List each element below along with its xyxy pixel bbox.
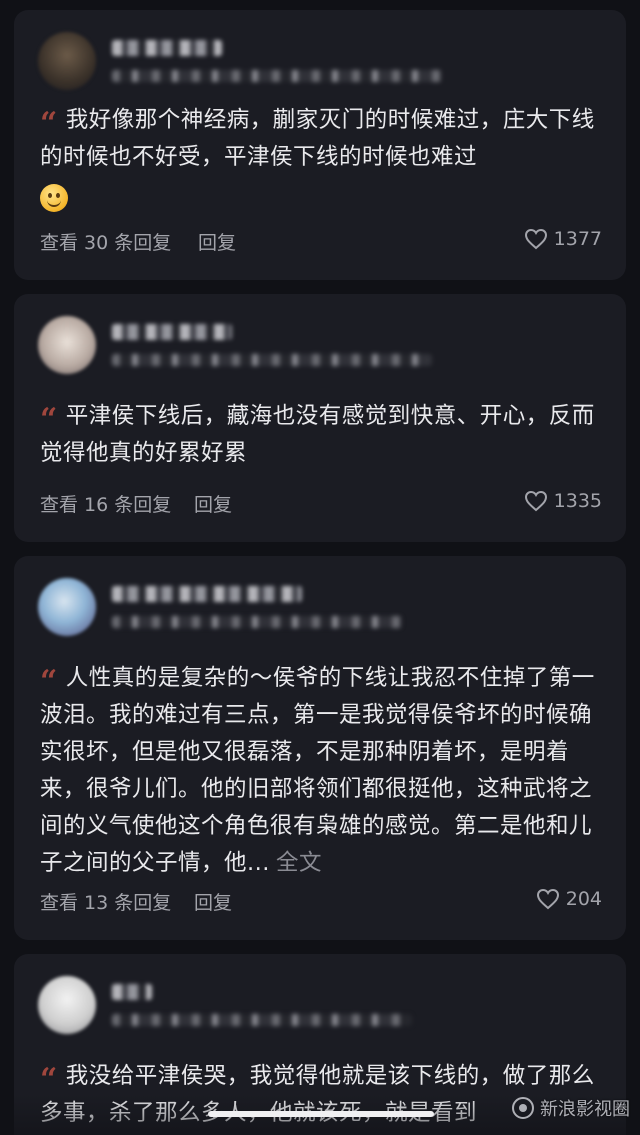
comment-actions: 查看 30 条回复 回复 1377 <box>40 228 602 258</box>
comment-header <box>38 32 598 92</box>
comment-meta-redacted <box>112 354 432 366</box>
home-indicator[interactable] <box>208 1111 434 1117</box>
comment-meta-redacted <box>112 616 402 628</box>
avatar[interactable] <box>38 976 96 1034</box>
reply-button[interactable]: 回复 <box>194 490 232 517</box>
reply-button[interactable]: 回复 <box>194 888 232 915</box>
watermark: 新浪影视圈 <box>512 1095 630 1121</box>
avatar[interactable] <box>38 32 96 90</box>
like-button[interactable]: 1335 <box>524 490 602 512</box>
view-replies-button[interactable]: 查看 30 条回复 <box>40 228 171 255</box>
like-count: 204 <box>565 888 602 910</box>
comment-header <box>38 976 598 1036</box>
quote-icon: “ <box>40 402 58 437</box>
heart-icon <box>536 888 560 910</box>
comment-actions: 查看 16 条回复 回复 1335 <box>40 490 602 520</box>
comment-body: 平津侯下线后，藏海也没有感觉到快意、开心，反而觉得他真的好累好累 <box>40 403 595 466</box>
like-count: 1335 <box>553 490 602 512</box>
comment-header <box>38 578 598 638</box>
quote-icon: “ <box>40 664 58 699</box>
view-replies-button[interactable]: 查看 16 条回复 <box>40 490 171 517</box>
smiling-face-icon <box>40 183 68 212</box>
comment-card: “我好像那个神经病，蒯家灭门的时候难过，庄大下线的时候也不好受，平津侯下线的时候… <box>14 10 626 280</box>
quote-icon: “ <box>40 106 58 141</box>
comment-header <box>38 316 598 376</box>
comment-meta-redacted <box>112 1014 412 1026</box>
weibo-logo-icon <box>512 1097 534 1119</box>
comment-body: 人性真的是复杂的～侯爷的下线让我忍不住掉了第一波泪。我的难过有三点，第一是我觉得… <box>40 665 595 876</box>
username-redacted[interactable] <box>112 40 222 56</box>
heart-icon <box>524 228 548 250</box>
username-redacted[interactable] <box>112 984 152 1000</box>
comment-feed: “我好像那个神经病，蒯家灭门的时候难过，庄大下线的时候也不好受，平津侯下线的时候… <box>0 0 640 1135</box>
like-count: 1377 <box>553 228 602 250</box>
heart-icon <box>524 490 548 512</box>
comment-text[interactable]: “我好像那个神经病，蒯家灭门的时候难过，庄大下线的时候也不好受，平津侯下线的时候… <box>40 102 606 213</box>
reply-button[interactable]: 回复 <box>198 228 236 255</box>
comment-text[interactable]: “平津侯下线后，藏海也没有感觉到快意、开心，反而觉得他真的好累好累 <box>40 398 606 472</box>
comment-body: 我好像那个神经病，蒯家灭门的时候难过，庄大下线的时候也不好受，平津侯下线的时候也… <box>40 107 595 170</box>
username-redacted[interactable] <box>112 324 232 340</box>
username-redacted[interactable] <box>112 586 302 602</box>
comment-text[interactable]: “人性真的是复杂的～侯爷的下线让我忍不住掉了第一波泪。我的难过有三点，第一是我觉… <box>40 660 606 882</box>
like-button[interactable]: 1377 <box>524 228 602 250</box>
comment-actions: 查看 13 条回复 回复 204 <box>40 888 602 918</box>
expand-full-text-link[interactable]: 全文 <box>276 850 322 876</box>
comment-meta-redacted <box>112 70 442 82</box>
comment-card: “平津侯下线后，藏海也没有感觉到快意、开心，反而觉得他真的好累好累 查看 16 … <box>14 294 626 542</box>
avatar[interactable] <box>38 578 96 636</box>
quote-icon: “ <box>40 1062 58 1097</box>
avatar[interactable] <box>38 316 96 374</box>
view-replies-button[interactable]: 查看 13 条回复 <box>40 888 171 915</box>
like-button[interactable]: 204 <box>536 888 602 910</box>
comment-card: “人性真的是复杂的～侯爷的下线让我忍不住掉了第一波泪。我的难过有三点，第一是我觉… <box>14 556 626 940</box>
watermark-text: 新浪影视圈 <box>540 1099 630 1120</box>
